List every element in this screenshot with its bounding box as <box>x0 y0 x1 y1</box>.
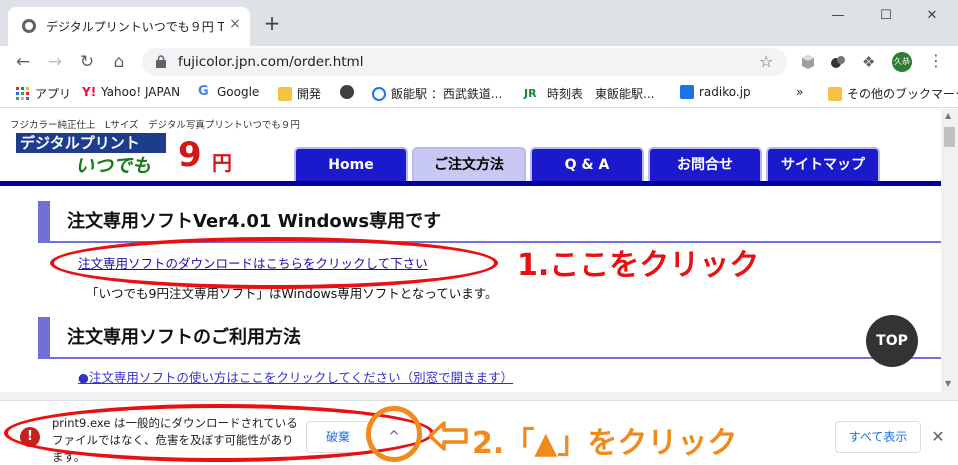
bookmark-globe[interactable] <box>340 85 354 99</box>
bookmark-label: アプリ <box>35 87 72 101</box>
window-close-button[interactable]: ✕ <box>912 6 952 26</box>
bookmarks-overflow[interactable]: » <box>796 85 803 99</box>
logo-yen: 円 <box>212 151 232 175</box>
nav-qa[interactable]: Q & A <box>530 147 644 182</box>
bookmark-label: 飯能駅 ：西武鉄道... <box>391 87 503 101</box>
logo-top-text: デジタルプリント <box>16 133 166 153</box>
jr-icon: JR <box>524 86 537 100</box>
annotation-circle-chevron <box>366 406 422 462</box>
bookmark-label: その他のブックマーク <box>847 87 958 101</box>
bookmark-yahoo[interactable]: Y! Yahoo! JAPAN <box>82 85 180 99</box>
nav-underline <box>0 181 941 186</box>
nav-home[interactable]: Home <box>294 147 408 182</box>
nav-contact[interactable]: お問合せ <box>648 147 762 182</box>
horizontal-scrollbar[interactable] <box>0 392 958 400</box>
logo-sub-text: いつでも <box>75 155 152 177</box>
new-tab-button[interactable]: + <box>262 13 282 34</box>
annotation-step1: 1.ここをクリック <box>517 248 760 283</box>
bookmark-star-icon[interactable]: ☆ <box>759 52 773 71</box>
back-icon[interactable]: ← <box>12 51 34 73</box>
url-text: fujicolor.jpn.com/order.html <box>178 54 364 70</box>
logo-nine: 9 <box>178 135 202 175</box>
train-icon <box>372 86 386 101</box>
forward-icon[interactable]: → <box>44 51 66 73</box>
folder-icon <box>278 86 292 101</box>
nav-sitemap[interactable]: サイトマップ <box>766 147 880 182</box>
apps-icon <box>16 86 29 100</box>
bookmarks-bar: アプリ Y! Yahoo! JAPAN G Google 開発 飯能駅 ：西武鉄… <box>0 78 958 108</box>
browser-tab[interactable]: デジタルプリントいつでも９円 TOPペー × <box>8 7 250 46</box>
bookmark-google[interactable]: G Google <box>198 84 260 100</box>
bookmark-jr[interactable]: JR 時刻表 東飯能駅... <box>524 85 654 102</box>
globe-icon <box>340 85 354 99</box>
toolbar: ← → ↻ ⌂ fujicolor.jpn.com/order.html ☆ ❖… <box>0 46 958 78</box>
yahoo-icon: Y! <box>82 85 97 99</box>
tab-bar: デジタルプリントいつでも９円 TOPペー × + — ☐ ✕ <box>0 0 958 46</box>
profile-avatar[interactable]: 久恭 <box>892 52 912 72</box>
download-bar-close-icon[interactable]: ✕ <box>928 423 948 451</box>
bookmark-label: radiko.jp <box>699 85 751 99</box>
bookmark-label: Google <box>217 85 260 99</box>
annotation-ellipse-download <box>50 237 498 289</box>
menu-icon[interactable]: ⋮ <box>928 51 944 70</box>
back-to-top-button[interactable]: TOP <box>866 315 918 367</box>
extensions-puzzle-icon[interactable]: ❖ <box>862 53 875 71</box>
site-tagline: フジカラー純正仕上 Lサイズ デジタル写真プリントいつでも９円 <box>10 120 300 131</box>
overflow-chevron-icon: » <box>796 85 804 99</box>
show-all-button[interactable]: すべて表示 <box>835 421 921 453</box>
maximize-button[interactable]: ☐ <box>866 6 906 26</box>
radiko-icon <box>680 85 694 99</box>
usage-link[interactable]: ●注文専用ソフトの使い方はここをクリックしてください（別窓で開きます） <box>78 367 513 386</box>
scrollbar-thumb[interactable] <box>944 127 955 147</box>
extension-cube-icon[interactable] <box>800 54 816 70</box>
vertical-scrollbar[interactable]: ▲ ▼ <box>941 109 958 392</box>
favicon-icon <box>22 19 36 33</box>
nav-order-method[interactable]: ご注文方法 <box>412 147 526 182</box>
bookmark-radiko[interactable]: radiko.jp <box>680 85 751 99</box>
annotation-step2: 2.「▲」をクリック <box>472 426 738 461</box>
tab-title: デジタルプリントいつでも９円 TOPペー <box>46 20 224 34</box>
bookmark-seibu[interactable]: 飯能駅 ：西武鉄道... <box>372 85 502 102</box>
section-title-usage: 注文専用ソフトのご利用方法 <box>38 317 941 359</box>
bookmark-dev-folder[interactable]: 開発 <box>278 85 321 102</box>
extension-dots-icon[interactable] <box>830 54 846 70</box>
scroll-down-icon[interactable]: ▼ <box>945 379 951 388</box>
section-title-software: 注文専用ソフトVer4.01 Windows専用です <box>38 201 941 243</box>
reload-icon[interactable]: ↻ <box>76 51 98 73</box>
bookmark-other-folder[interactable]: その他のブックマーク <box>828 85 958 102</box>
bookmark-label: 時刻表 東飯能駅... <box>547 87 655 101</box>
bookmark-label: Yahoo! JAPAN <box>101 85 181 99</box>
bookmark-apps[interactable]: アプリ <box>16 85 71 102</box>
annotation-arrow-icon <box>428 421 468 451</box>
folder-icon <box>828 86 842 101</box>
google-icon: G <box>198 84 209 99</box>
tab-close-icon[interactable]: × <box>226 15 244 33</box>
lock-icon <box>156 55 166 68</box>
bookmark-label: 開発 <box>297 87 322 101</box>
home-icon[interactable]: ⌂ <box>108 51 130 73</box>
scroll-up-icon[interactable]: ▲ <box>945 111 951 120</box>
address-bar[interactable]: fujicolor.jpn.com/order.html ☆ <box>142 48 787 76</box>
minimize-button[interactable]: — <box>818 6 858 26</box>
